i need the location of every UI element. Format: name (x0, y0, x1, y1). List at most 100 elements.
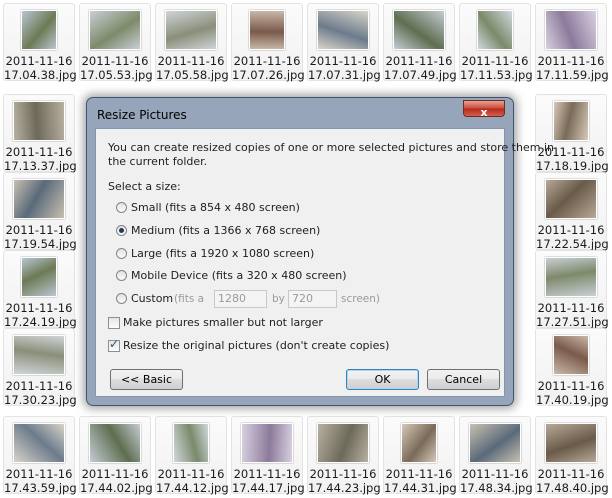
file-name-line-1: 2011-11-16 (309, 467, 377, 481)
file-name: 2011-11-16 17.44.17.jpg (232, 467, 305, 495)
description-line-2: the current folder. (108, 155, 208, 168)
file-name-line-1: 2011-11-16 (537, 379, 605, 393)
radio-custom[interactable] (116, 293, 127, 304)
radio-small[interactable] (116, 202, 127, 213)
file-name: 2011-11-16 17.44.23.jpg (308, 467, 381, 495)
dialog-body: You can create resized copies of one or … (95, 128, 554, 397)
file-name-line-2: 17.11.53.jpg (460, 68, 533, 82)
close-button[interactable]: x (463, 100, 505, 119)
file-name-line-1: 2011-11-16 (537, 54, 605, 68)
cancel-button[interactable]: Cancel (427, 369, 500, 390)
file-name-line-2: 17.19.54.jpg (4, 237, 77, 251)
file-tile[interactable]: 2011-11-16 17.48.34.jpg (459, 416, 533, 495)
file-tile[interactable]: 2011-11-16 17.05.58.jpg (155, 3, 229, 82)
photo-thumbnail (13, 335, 65, 375)
label-smaller-not-larger[interactable]: Make pictures smaller but not larger (123, 316, 323, 329)
dialog-title-bar[interactable]: Resize Pictures x (87, 98, 513, 128)
file-name-line-2: 17.04.38.jpg (4, 68, 77, 82)
file-name-line-2: 17.05.58.jpg (156, 68, 229, 82)
file-tile[interactable]: 2011-11-16 17.04.38.jpg (3, 3, 77, 82)
file-name: 2011-11-16 17.04.38.jpg (4, 54, 77, 82)
checkbox-smaller-not-larger[interactable] (108, 317, 120, 329)
photo-thumbnail (165, 10, 217, 50)
file-name: 2011-11-16 17.11.53.jpg (460, 54, 533, 82)
radio-mobile[interactable] (116, 270, 127, 281)
file-tile[interactable]: 2011-11-16 17.22.54.jpg (535, 172, 609, 251)
file-name-line-2: 17.44.31.jpg (384, 481, 457, 495)
photo-thumbnail (317, 10, 369, 50)
file-name-line-2: 17.13.37.jpg (4, 159, 77, 173)
file-name-line-2: 17.22.54.jpg (536, 237, 609, 251)
file-name-line-1: 2011-11-16 (5, 467, 73, 481)
file-tile[interactable]: 2011-11-16 17.24.19.jpg (3, 250, 77, 329)
label-mobile[interactable]: Mobile Device (fits a 320 x 480 screen) (131, 269, 347, 282)
file-tile[interactable]: 2011-11-16 17.48.40.jpg (535, 416, 609, 495)
file-tile[interactable]: 2011-11-16 17.44.02.jpg (79, 416, 153, 495)
file-name-line-2: 17.48.40.jpg (536, 481, 609, 495)
checkmark-icon: ✓ (109, 337, 120, 351)
photo-thumbnail (545, 257, 597, 297)
file-name-line-2: 17.11.59.jpg (536, 68, 609, 82)
file-name: 2011-11-16 17.48.34.jpg (460, 467, 533, 495)
file-name-line-1: 2011-11-16 (5, 54, 73, 68)
file-name-line-2: 17.44.02.jpg (80, 481, 153, 495)
file-tile[interactable]: 2011-11-16 17.30.23.jpg (3, 328, 77, 407)
file-tile[interactable]: 2011-11-16 17.44.31.jpg (383, 416, 457, 495)
photo-thumbnail (545, 10, 597, 50)
custom-width-input[interactable]: 1280 (214, 290, 267, 308)
file-tile[interactable]: 2011-11-16 17.19.54.jpg (3, 172, 77, 251)
size-heading: Select a size: (108, 180, 181, 193)
file-tile[interactable]: 2011-11-16 17.07.49.jpg (383, 3, 457, 82)
photo-thumbnail (553, 101, 589, 141)
file-name: 2011-11-16 17.13.37.jpg (4, 145, 77, 173)
file-name: 2011-11-16 17.44.12.jpg (156, 467, 229, 495)
label-resize-original[interactable]: Resize the original pictures (don't crea… (123, 339, 389, 352)
file-tile[interactable]: 2011-11-16 17.44.12.jpg (155, 416, 229, 495)
ok-button[interactable]: OK (346, 369, 419, 390)
file-name-line-1: 2011-11-16 (309, 54, 377, 68)
file-tile[interactable]: 2011-11-16 17.05.53.jpg (79, 3, 153, 82)
file-name-line-1: 2011-11-16 (537, 223, 605, 237)
description-line-1: You can create resized copies of one or … (108, 141, 554, 154)
file-name-line-1: 2011-11-16 (233, 467, 301, 481)
file-tile[interactable]: 2011-11-16 17.27.51.jpg (535, 250, 609, 329)
file-name: 2011-11-16 17.07.31.jpg (308, 54, 381, 82)
label-small[interactable]: Small (fits a 854 x 480 screen) (131, 201, 300, 214)
photo-thumbnail (173, 423, 209, 463)
file-tile[interactable]: 2011-11-16 17.18.19.jpg (535, 94, 609, 173)
file-name-line-2: 17.44.17.jpg (232, 481, 305, 495)
file-tile[interactable]: 2011-11-16 17.43.59.jpg (3, 416, 77, 495)
checkbox-resize-original[interactable]: ✓ (108, 337, 120, 352)
file-name-line-2: 17.07.26.jpg (232, 68, 305, 82)
photo-thumbnail (21, 10, 57, 50)
photo-thumbnail (317, 423, 369, 463)
radio-large[interactable] (116, 248, 127, 259)
photo-thumbnail (469, 423, 521, 463)
file-tile[interactable]: 2011-11-16 17.07.26.jpg (231, 3, 305, 82)
file-name-line-2: 17.07.31.jpg (308, 68, 381, 82)
file-name-line-1: 2011-11-16 (233, 54, 301, 68)
photo-thumbnail (21, 257, 57, 297)
file-tile[interactable]: 2011-11-16 17.11.59.jpg (535, 3, 609, 82)
photo-thumbnail (13, 179, 65, 219)
basic-button[interactable]: << Basic (110, 369, 183, 390)
file-name: 2011-11-16 17.24.19.jpg (4, 301, 77, 329)
file-tile[interactable]: 2011-11-16 17.44.23.jpg (307, 416, 381, 495)
label-medium[interactable]: Medium (fits a 1366 x 768 screen) (131, 224, 320, 237)
file-name-line-2: 17.40.19.jpg (536, 393, 609, 407)
file-name-line-1: 2011-11-16 (5, 301, 73, 315)
file-tile[interactable]: 2011-11-16 17.07.31.jpg (307, 3, 381, 82)
file-tile[interactable]: 2011-11-16 17.11.53.jpg (459, 3, 533, 82)
file-name-line-1: 2011-11-16 (461, 467, 529, 481)
label-large[interactable]: Large (fits a 1920 x 1080 screen) (131, 247, 314, 260)
file-name-line-1: 2011-11-16 (461, 54, 529, 68)
close-icon: x (480, 106, 488, 119)
custom-height-input[interactable]: 720 (288, 290, 337, 308)
file-name-line-1: 2011-11-16 (81, 467, 149, 481)
radio-medium[interactable] (116, 225, 127, 236)
file-tile[interactable]: 2011-11-16 17.40.19.jpg (535, 328, 609, 407)
file-tile[interactable]: 2011-11-16 17.44.17.jpg (231, 416, 305, 495)
file-name-line-1: 2011-11-16 (157, 467, 225, 481)
label-custom[interactable]: Custom (131, 292, 173, 305)
file-tile[interactable]: 2011-11-16 17.13.37.jpg (3, 94, 77, 173)
